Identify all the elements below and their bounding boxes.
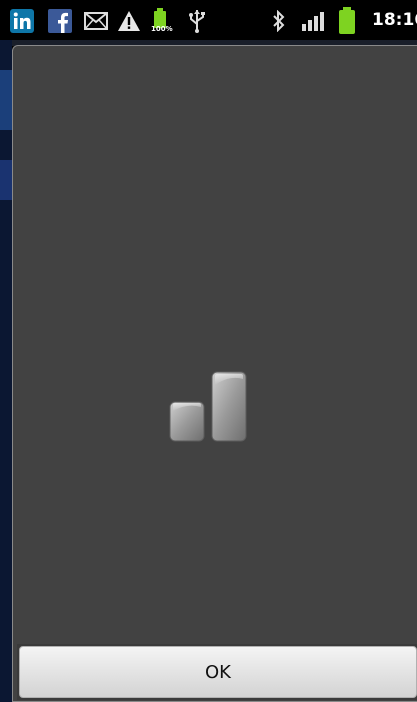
signal-bars-icon bbox=[169, 371, 247, 442]
background-panel bbox=[0, 70, 12, 130]
dialog: OK bbox=[12, 45, 417, 702]
warning-icon bbox=[118, 11, 140, 31]
battery-percent-label: 100% bbox=[151, 25, 173, 33]
signal-icon bbox=[302, 12, 324, 31]
usb-icon bbox=[189, 10, 205, 33]
battery-icon bbox=[339, 7, 355, 34]
background-panel bbox=[0, 160, 12, 200]
dialog-button-bar: OK bbox=[17, 644, 417, 700]
status-bar: 100% 18:16 bbox=[0, 0, 417, 40]
linkedin-icon bbox=[10, 9, 34, 33]
mail-icon bbox=[84, 12, 108, 30]
bluetooth-icon bbox=[273, 10, 285, 32]
background-strip-left bbox=[0, 40, 12, 702]
status-time: 18:16 bbox=[372, 10, 417, 30]
facebook-icon bbox=[48, 9, 72, 33]
ok-button[interactable]: OK bbox=[19, 646, 417, 698]
